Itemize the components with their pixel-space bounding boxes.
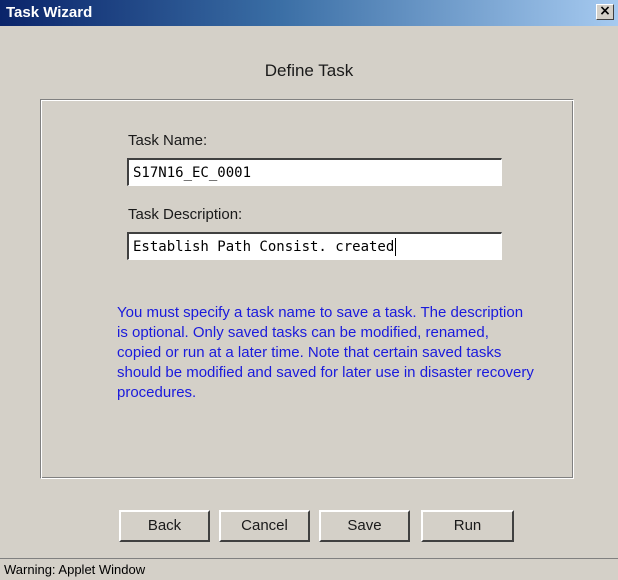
info-message: You must specify a task name to save a t… (117, 304, 534, 401)
status-bar: Warning: Applet Window (0, 558, 618, 580)
run-button[interactable]: Run (421, 510, 514, 542)
task-name-value: S17N16_EC_0001 (133, 165, 252, 181)
task-name-input[interactable]: S17N16_EC_0001 (127, 158, 502, 186)
cancel-button[interactable]: Cancel (219, 510, 310, 542)
save-button[interactable]: Save (319, 510, 410, 542)
text-caret (395, 238, 397, 256)
task-form-panel (40, 99, 574, 479)
close-icon: × (599, 3, 611, 19)
status-text: Warning: Applet Window (4, 562, 146, 577)
task-description-input[interactable]: Establish Path Consist. created (127, 232, 502, 260)
page-heading: Define Task (264, 61, 354, 80)
task-name-label: Task Name: (128, 132, 208, 149)
title-bar: Task Wizard × (0, 0, 618, 26)
back-button[interactable]: Back (119, 510, 210, 542)
task-description-value: Establish Path Consist. created (133, 239, 395, 255)
task-description-label: Task Description: (128, 206, 243, 223)
close-button[interactable]: × (596, 4, 614, 20)
window-title: Task Wizard (6, 4, 93, 21)
